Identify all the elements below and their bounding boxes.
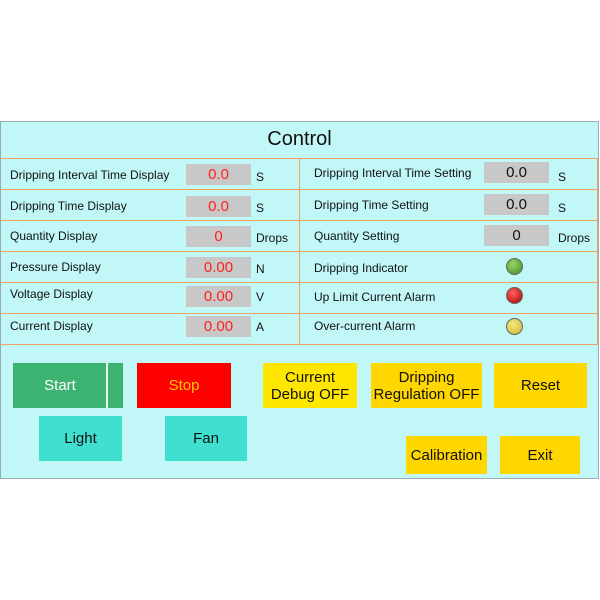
unit-label: S bbox=[558, 170, 567, 184]
dripping-time-setting-label: Dripping Time Setting bbox=[314, 198, 429, 212]
unit-label: A bbox=[256, 320, 265, 334]
row-left: Dripping Time Display 0.0 S bbox=[1, 190, 300, 221]
dripping-interval-time-display-value: 0.0 bbox=[186, 164, 251, 185]
row-right: Over-current Alarm bbox=[300, 314, 598, 345]
pressure-display-label: Pressure Display bbox=[10, 260, 101, 274]
row-right: Dripping Time Setting 0.0 S bbox=[300, 190, 598, 221]
row-right: Up Limit Current Alarm bbox=[300, 283, 598, 314]
exit-button-label: Exit bbox=[527, 446, 553, 464]
current-debug-line2: Debug OFF bbox=[270, 385, 350, 403]
stop-button-label: Stop bbox=[168, 377, 200, 394]
quantity-display-value: 0 bbox=[186, 226, 251, 247]
control-panel: Control Dripping Interval Time Display 0… bbox=[0, 121, 599, 479]
dripping-regulation-line1: Dripping bbox=[398, 368, 455, 386]
start-button-label: Start bbox=[44, 377, 76, 394]
dripping-time-setting-input[interactable]: 0.0 bbox=[484, 194, 549, 215]
over-current-alarm-label: Over-current Alarm bbox=[314, 319, 416, 333]
voltage-display-value: 0.00 bbox=[186, 286, 251, 307]
current-display-label: Current Display bbox=[10, 319, 93, 333]
current-debug-line1: Current bbox=[284, 368, 336, 386]
voltage-display-label: Voltage Display bbox=[10, 287, 93, 301]
current-debug-button[interactable]: Current Debug OFF bbox=[263, 363, 357, 408]
unit-label: N bbox=[256, 262, 265, 276]
fan-button[interactable]: Fan bbox=[165, 416, 247, 461]
unit-label: V bbox=[256, 290, 265, 304]
row-right: Quantity Setting 0 Drops bbox=[300, 221, 598, 252]
row-left: Current Display 0.00 A bbox=[1, 314, 300, 345]
quantity-setting-label: Quantity Setting bbox=[314, 229, 400, 243]
quantity-display-label: Quantity Display bbox=[10, 229, 98, 243]
row-left: Dripping Interval Time Display 0.0 S bbox=[1, 159, 300, 190]
calibration-button-label: Calibration bbox=[410, 446, 483, 464]
unit-label: Drops bbox=[256, 231, 289, 245]
dripping-indicator-lamp bbox=[506, 258, 523, 275]
dripping-regulation-button[interactable]: Dripping Regulation OFF bbox=[371, 363, 482, 408]
unit-label: Drops bbox=[558, 231, 591, 245]
row-left: Pressure Display 0.00 N bbox=[1, 252, 300, 283]
light-button[interactable]: Light bbox=[39, 416, 122, 461]
stop-button[interactable]: Stop bbox=[137, 363, 231, 408]
exit-button[interactable]: Exit bbox=[500, 436, 580, 474]
start-button[interactable]: Start bbox=[13, 363, 123, 408]
dripping-time-display-value: 0.0 bbox=[186, 196, 251, 217]
status-grid: Dripping Interval Time Display 0.0 S Dri… bbox=[1, 158, 598, 345]
unit-label: S bbox=[558, 201, 567, 215]
unit-label: S bbox=[256, 201, 265, 215]
current-display-value: 0.00 bbox=[186, 316, 251, 337]
dripping-interval-time-setting-input[interactable]: 0.0 bbox=[484, 162, 549, 183]
fan-button-label: Fan bbox=[193, 430, 219, 447]
dripping-indicator-label: Dripping Indicator bbox=[314, 261, 409, 275]
quantity-setting-input[interactable]: 0 bbox=[484, 225, 549, 246]
over-current-alarm-lamp bbox=[506, 318, 523, 335]
calibration-button[interactable]: Calibration bbox=[406, 436, 487, 474]
start-button-divider bbox=[106, 363, 108, 408]
page-title: Control bbox=[267, 128, 332, 150]
row-left: Voltage Display 0.00 V bbox=[1, 283, 300, 314]
up-limit-current-alarm-lamp bbox=[506, 287, 523, 304]
dripping-interval-time-setting-label: Dripping Interval Time Setting bbox=[314, 166, 472, 180]
row-left: Quantity Display 0 Drops bbox=[1, 221, 300, 252]
up-limit-current-alarm-label: Up Limit Current Alarm bbox=[314, 290, 436, 304]
row-right: Dripping Interval Time Setting 0.0 S bbox=[300, 159, 598, 190]
unit-label: S bbox=[256, 170, 265, 184]
reset-button-label: Reset bbox=[520, 377, 561, 394]
row-right: Dripping Indicator bbox=[300, 252, 598, 283]
dripping-regulation-line2: Regulation OFF bbox=[373, 385, 480, 403]
pressure-display-value: 0.00 bbox=[186, 257, 251, 278]
dripping-time-display-label: Dripping Time Display bbox=[10, 199, 127, 213]
dripping-interval-time-display-label: Dripping Interval Time Display bbox=[10, 168, 170, 182]
reset-button[interactable]: Reset bbox=[494, 363, 587, 408]
light-button-label: Light bbox=[64, 430, 97, 447]
